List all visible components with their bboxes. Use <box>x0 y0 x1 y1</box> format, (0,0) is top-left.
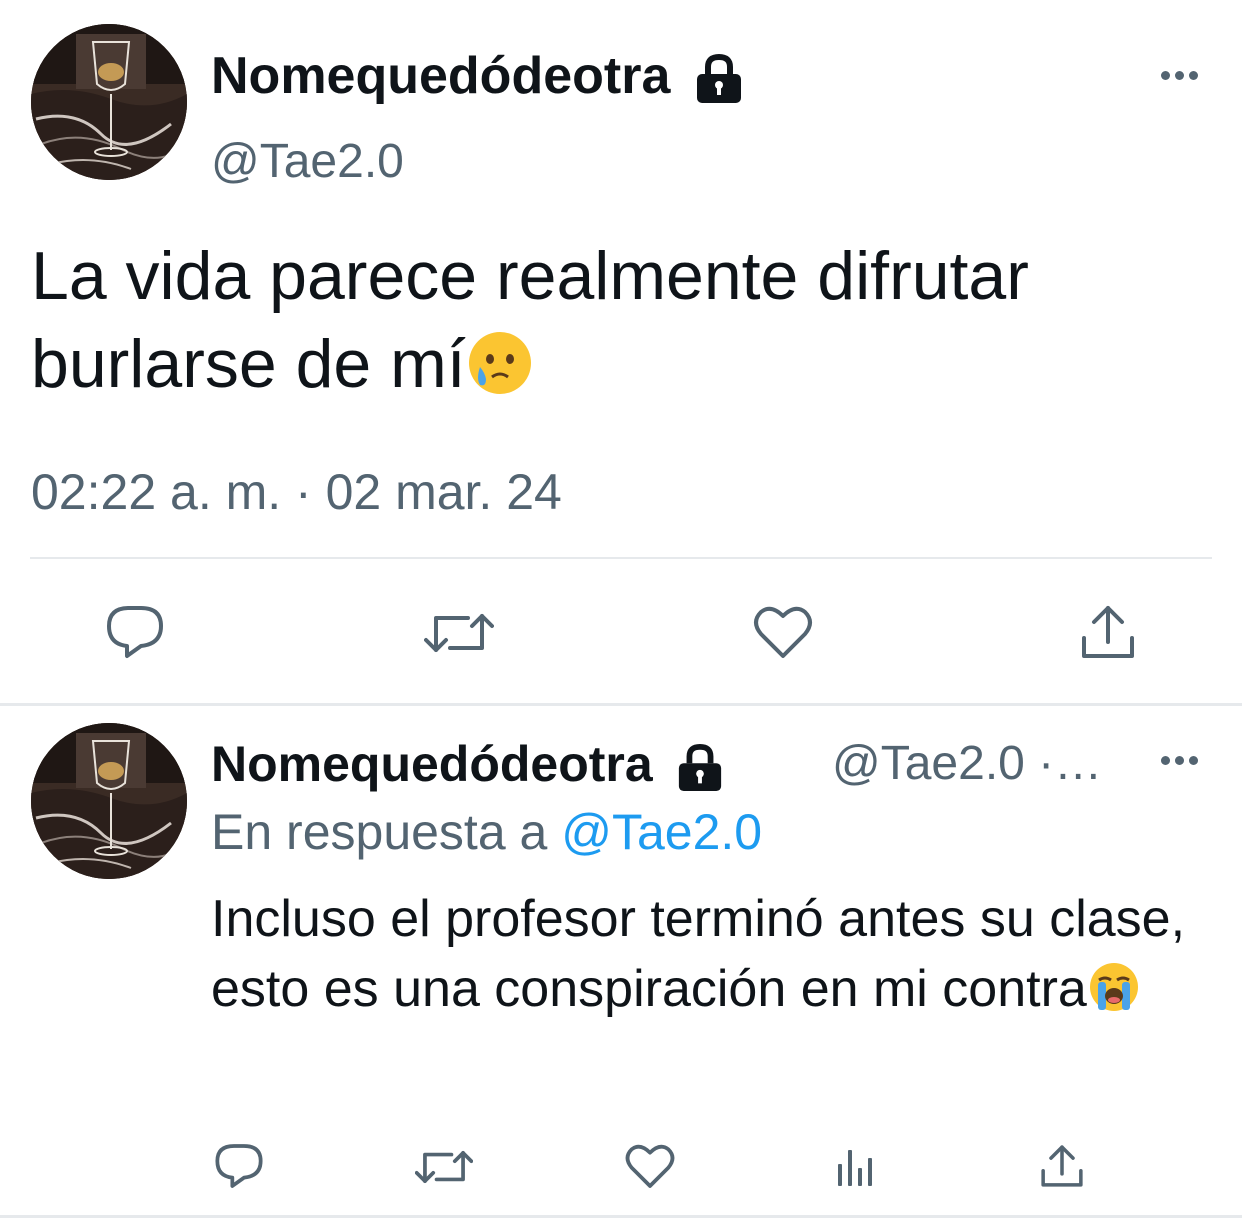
reply-more-options-icon[interactable] <box>1161 756 1198 765</box>
reply-author-name[interactable]: Nomequedódeotra <box>211 736 653 792</box>
reply-text-content: Incluso el profesor terminó antes su cla… <box>211 890 1186 1018</box>
retweet-icon[interactable] <box>424 608 494 658</box>
section-divider <box>0 703 1242 706</box>
author-handle[interactable]: @Tae2.0 <box>211 134 404 190</box>
reply-text: Incluso el profesor terminó antes su cla… <box>211 884 1211 1024</box>
tweet-timestamp[interactable]: 02:22 a. m. · 02 mar. 24 <box>31 462 562 522</box>
reply-author-avatar[interactable] <box>31 723 187 879</box>
reply-icon[interactable] <box>214 1142 264 1190</box>
share-icon[interactable] <box>1040 1142 1084 1190</box>
lock-icon <box>678 743 721 791</box>
reply-prefix: En respuesta a <box>211 804 548 860</box>
face-holding-back-tears-emoji <box>468 332 531 394</box>
loudly-crying-face-emoji <box>1089 963 1138 1011</box>
reply-context: En respuesta a @Tae2.0 <box>211 802 762 862</box>
like-icon[interactable] <box>625 1142 675 1190</box>
avatar-image <box>31 723 187 879</box>
author-name[interactable]: Nomequedódeotra <box>211 47 670 105</box>
share-icon[interactable] <box>1080 602 1136 662</box>
retweet-icon[interactable] <box>415 1146 473 1188</box>
reply-author-handle[interactable]: @Tae2.0 ·… <box>832 736 1102 792</box>
author-avatar[interactable] <box>31 24 187 180</box>
author-name-row[interactable]: Nomequedódeotra <box>211 46 747 106</box>
avatar-image <box>31 24 187 180</box>
tweet-text: La vida parece realmente difrutar burlar… <box>31 232 1221 408</box>
like-icon[interactable] <box>753 604 813 660</box>
reply-author-name-row[interactable]: Nomequedódeotra <box>211 734 727 794</box>
divider <box>30 557 1212 559</box>
reply-icon[interactable] <box>105 604 165 660</box>
analytics-icon[interactable] <box>834 1148 878 1188</box>
reply-mention-link[interactable]: @Tae2.0 <box>561 804 762 860</box>
lock-icon <box>696 54 741 104</box>
more-options-icon[interactable] <box>1161 71 1198 80</box>
